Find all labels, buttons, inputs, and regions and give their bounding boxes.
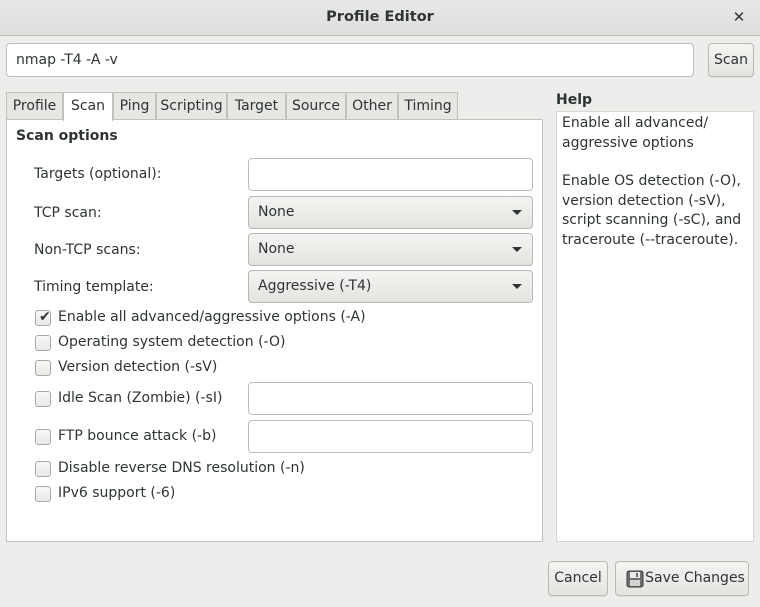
idle-scan-input[interactable] (248, 382, 533, 415)
window-title: Profile Editor (326, 9, 434, 25)
title-bar: Profile Editor ✕ (0, 0, 760, 36)
aggressive-label: Enable all advanced/aggressive options (… (58, 309, 366, 325)
disable-dns-checkbox[interactable] (35, 461, 51, 477)
tab-source[interactable]: Source (286, 92, 346, 120)
tab-other[interactable]: Other (346, 92, 398, 120)
save-changes-button[interactable]: Save Changes (615, 561, 749, 596)
ipv6-checkbox[interactable] (35, 486, 51, 502)
os-detection-label: Operating system detection (-O) (58, 334, 286, 350)
save-icon (626, 570, 644, 588)
aggressive-checkbox[interactable]: ✔ (35, 309, 51, 326)
check-icon: ✔ (39, 309, 51, 325)
idle-scan-label: Idle Scan (Zombie) (-sI) (58, 390, 223, 406)
help-title: Help (556, 92, 593, 108)
ipv6-label: IPv6 support (-6) (58, 485, 176, 501)
disable-dns-label: Disable reverse DNS resolution (-n) (58, 460, 305, 476)
ftp-bounce-label: FTP bounce attack (-b) (58, 428, 217, 444)
tab-profile[interactable]: Profile (6, 92, 63, 120)
tab-target[interactable]: Target (227, 92, 286, 120)
help-box: Enable all advanced/ aggressive options … (556, 111, 754, 542)
command-input[interactable] (6, 43, 694, 77)
close-icon[interactable]: ✕ (728, 6, 750, 28)
non-tcp-label: Non-TCP scans: (34, 242, 141, 258)
os-detection-checkbox[interactable] (35, 335, 51, 351)
targets-label: Targets (optional): (34, 166, 162, 182)
help-details: Enable OS detection (-O), version detect… (562, 173, 742, 248)
scan-button[interactable]: Scan (708, 43, 754, 77)
section-title: Scan options (16, 128, 118, 144)
tcp-scan-value: None (258, 204, 295, 220)
tab-ping[interactable]: Ping (113, 92, 156, 120)
idle-scan-checkbox[interactable] (35, 391, 51, 407)
version-detection-label: Version detection (-sV) (58, 359, 218, 375)
ftp-bounce-checkbox[interactable] (35, 429, 51, 445)
cancel-button[interactable]: Cancel (548, 561, 608, 596)
non-tcp-value: None (258, 241, 295, 257)
ftp-bounce-input[interactable] (248, 420, 533, 453)
help-summary: Enable all advanced/ aggressive options (562, 115, 709, 151)
timing-template-value: Aggressive (-T4) (258, 278, 372, 294)
tcp-scan-select[interactable]: None (248, 196, 533, 229)
tab-timing[interactable]: Timing (398, 92, 458, 120)
tab-scripting[interactable]: Scripting (156, 92, 227, 120)
tcp-scan-label: TCP scan: (34, 205, 102, 221)
targets-input[interactable] (248, 158, 533, 191)
chevron-down-icon (512, 210, 522, 215)
chevron-down-icon (512, 247, 522, 252)
tab-scan[interactable]: Scan (63, 92, 113, 121)
timing-template-label: Timing template: (34, 279, 154, 295)
version-detection-checkbox[interactable] (35, 360, 51, 376)
save-changes-label: Save Changes (645, 570, 745, 586)
chevron-down-icon (512, 284, 522, 289)
timing-template-select[interactable]: Aggressive (-T4) (248, 270, 533, 303)
non-tcp-select[interactable]: None (248, 233, 533, 266)
scan-options-panel: Scan options Targets (optional): TCP sca… (6, 119, 543, 542)
